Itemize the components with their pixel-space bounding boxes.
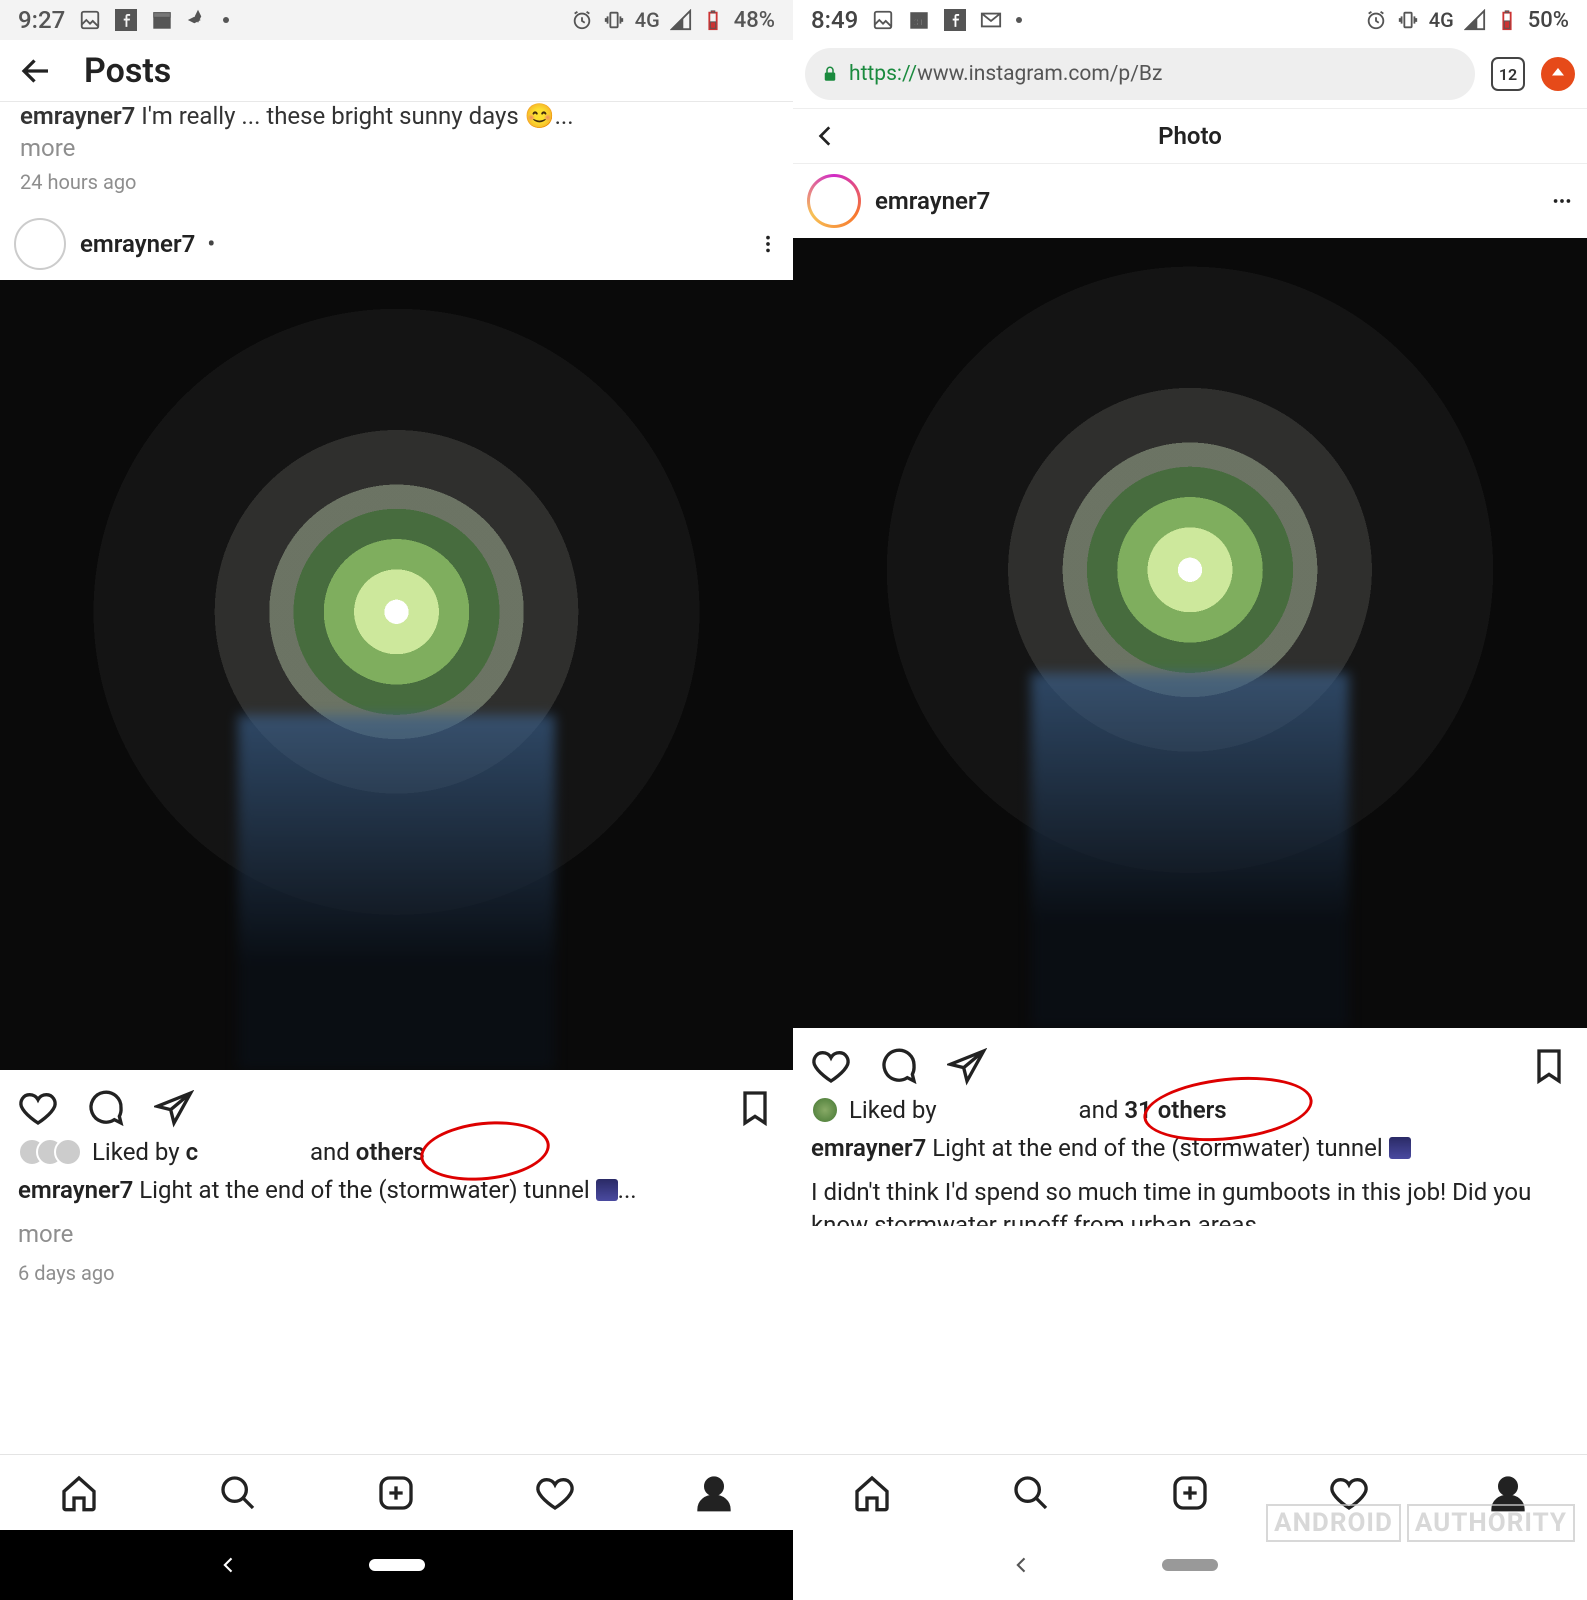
likes-row[interactable]: Liked by and 31 others <box>793 1094 1587 1126</box>
home-icon[interactable] <box>59 1473 99 1513</box>
signal-icon <box>670 9 692 31</box>
facebook-icon <box>944 9 966 31</box>
app-header: Posts <box>0 40 793 102</box>
activity-icon[interactable] <box>535 1473 575 1513</box>
comment-icon[interactable] <box>86 1088 126 1128</box>
watermark: ANDROIDAUTHORITY <box>1266 1504 1575 1542</box>
avatar[interactable] <box>807 174 861 228</box>
action-row <box>0 1070 793 1136</box>
caption: emrayner7 Light at the end of the (storm… <box>0 1168 793 1212</box>
night-emoji-icon <box>1389 1137 1411 1159</box>
facebook-icon <box>115 9 137 31</box>
post-header: emrayner7 <box>793 164 1587 238</box>
status-time: 9:27 <box>18 6 65 34</box>
others-text: others <box>356 1138 425 1166</box>
alarm-icon <box>1365 9 1387 31</box>
battery-icon <box>1496 9 1518 31</box>
post-image[interactable] <box>0 280 793 1070</box>
add-post-icon[interactable] <box>1170 1473 1210 1513</box>
timestamp: 6 days ago <box>0 1257 793 1295</box>
more-dot <box>1016 17 1022 23</box>
signal-icon <box>1464 9 1486 31</box>
back-arrow-icon[interactable] <box>18 53 54 89</box>
share-icon[interactable] <box>154 1088 194 1128</box>
post-username[interactable]: emrayner7 • <box>80 230 215 258</box>
share-icon[interactable] <box>947 1046 987 1086</box>
home-icon[interactable] <box>852 1473 892 1513</box>
image-icon <box>872 9 894 31</box>
more-menu-icon[interactable] <box>757 233 779 255</box>
like-icon[interactable] <box>18 1088 58 1128</box>
calendar-icon <box>151 9 173 31</box>
likes-row[interactable]: Liked by c and others <box>0 1136 793 1168</box>
battery-percent: 48% <box>734 8 775 33</box>
bookmark-icon[interactable] <box>735 1088 775 1128</box>
nav-home-pill[interactable] <box>369 1559 425 1571</box>
bookmark-icon[interactable] <box>1529 1046 1569 1086</box>
liked-by-label: Liked by <box>849 1096 943 1124</box>
like-icon[interactable] <box>811 1046 851 1086</box>
nav-back-icon[interactable] <box>1012 1555 1032 1575</box>
android-nav-bar <box>0 1530 793 1600</box>
lock-icon <box>821 65 839 83</box>
gmail-icon <box>980 9 1002 31</box>
calendar-icon: 31 <box>908 9 930 31</box>
status-time: 8:49 <box>811 6 858 34</box>
vibrate-icon <box>1397 9 1419 31</box>
comment-icon[interactable] <box>879 1046 919 1086</box>
search-icon[interactable] <box>218 1473 258 1513</box>
prev-more-link[interactable]: more <box>0 134 793 166</box>
network-label: 4G <box>1429 8 1454 32</box>
add-post-icon[interactable] <box>376 1473 416 1513</box>
more-dot <box>223 17 229 23</box>
search-icon[interactable] <box>1011 1473 1051 1513</box>
action-row <box>793 1028 1587 1094</box>
url-bar[interactable]: https://www.instagram.com/p/Bz <box>805 48 1475 100</box>
battery-icon <box>702 9 724 31</box>
left-screenshot: 9:27 4G 48% Posts emrayner7 I'm <box>0 0 793 1600</box>
battery-percent: 50% <box>1528 8 1569 33</box>
more-link[interactable]: more <box>0 1212 793 1256</box>
status-bar: 8:49 31 4G 50% <box>793 0 1587 40</box>
night-emoji-icon <box>596 1179 618 1201</box>
back-chevron-icon[interactable] <box>813 123 839 149</box>
caption-body: I didn't think I'd spend so much time in… <box>793 1170 1587 1226</box>
post-username[interactable]: emrayner7 <box>875 187 990 215</box>
bottom-nav <box>0 1454 793 1530</box>
others-count: 31 others <box>1124 1096 1226 1124</box>
photos-icon <box>187 9 209 31</box>
prev-caption-fragment: emrayner7 I'm really ... these bright su… <box>0 102 793 134</box>
nav-home-pill[interactable] <box>1162 1559 1218 1571</box>
scroll-top-fab[interactable] <box>1541 57 1575 91</box>
status-bar: 9:27 4G 48% <box>0 0 793 40</box>
nav-back-icon[interactable] <box>219 1555 239 1575</box>
svg-text:31: 31 <box>914 19 924 29</box>
page-title: Posts <box>84 51 171 91</box>
photo-header: Photo <box>793 108 1587 164</box>
post-image[interactable] <box>793 238 1587 1028</box>
prev-timestamp: 24 hours ago <box>0 166 793 208</box>
image-icon <box>79 9 101 31</box>
caption: emrayner7 Light at the end of the (storm… <box>793 1126 1587 1170</box>
alarm-icon <box>571 9 593 31</box>
liked-by-label: Liked by <box>92 1138 186 1166</box>
profile-icon[interactable] <box>694 1473 734 1513</box>
tab-count[interactable]: 12 <box>1491 57 1525 91</box>
more-menu-icon[interactable] <box>1551 190 1573 212</box>
avatar[interactable] <box>14 218 66 270</box>
right-screenshot: 8:49 31 4G 50% https://www.instagram.com… <box>793 0 1587 1600</box>
vibrate-icon <box>603 9 625 31</box>
post-header: emrayner7 • <box>0 208 793 280</box>
browser-toolbar: https://www.instagram.com/p/Bz 12 <box>793 40 1587 108</box>
photo-title: Photo <box>839 122 1541 150</box>
network-label: 4G <box>635 8 660 32</box>
